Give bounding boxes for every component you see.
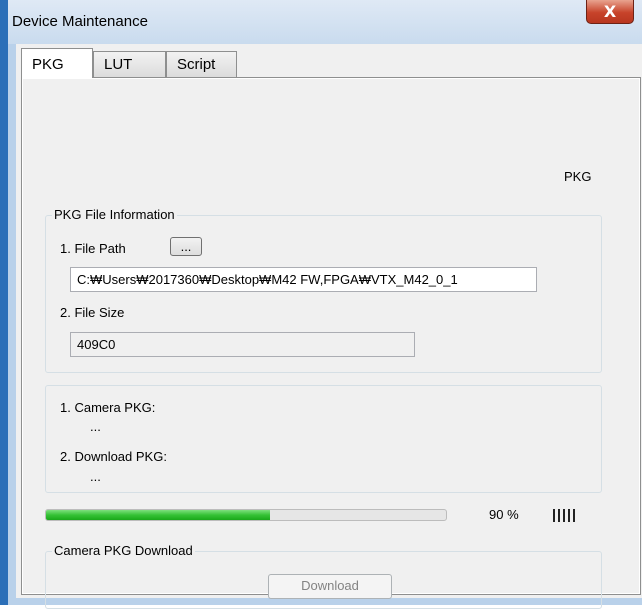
tab-script[interactable]: Script bbox=[166, 51, 237, 77]
progress-percent: 90 % bbox=[489, 507, 519, 522]
tab-lut-label: LUT bbox=[104, 56, 133, 73]
device-maintenance-window: Device Maintenance X PKG LUT Script PKG … bbox=[0, 0, 642, 609]
file-size-field: 409C0 bbox=[70, 332, 415, 357]
file-path-label: 1. File Path bbox=[60, 241, 126, 256]
download-button-label: Download bbox=[301, 578, 359, 593]
file-path-value: C:₩Users₩2017360₩Desktop₩M42 FW,FPGA₩VTX… bbox=[77, 272, 458, 287]
tab-pkg-label: PKG bbox=[32, 56, 64, 73]
progress-fill bbox=[46, 510, 270, 520]
camera-pkg-download-group: Camera PKG Download Download bbox=[45, 543, 602, 609]
indicator-tick bbox=[573, 509, 575, 522]
file-path-field[interactable]: C:₩Users₩2017360₩Desktop₩M42 FW,FPGA₩VTX… bbox=[70, 267, 537, 292]
pkg-pane: PKG PKG File Information 1. File Path ..… bbox=[23, 79, 639, 609]
file-info-group-title: PKG File Information bbox=[52, 207, 177, 222]
browse-button[interactable]: ... bbox=[170, 237, 202, 256]
pkg-header-label: PKG bbox=[564, 169, 592, 184]
file-info-group: PKG File Information 1. File Path ... C:… bbox=[45, 207, 602, 373]
pkg-version-group: 1. Camera PKG: ... 2. Download PKG: ... bbox=[45, 385, 602, 493]
indicator-tick bbox=[558, 509, 560, 522]
browse-button-label: ... bbox=[180, 239, 192, 254]
indicator-tick bbox=[553, 509, 555, 522]
download-button[interactable]: Download bbox=[268, 574, 392, 599]
tab-pkg[interactable]: PKG bbox=[21, 48, 93, 78]
download-progress-bar bbox=[45, 509, 447, 521]
download-pkg-label: 2. Download PKG: bbox=[60, 449, 167, 464]
camera-pkg-download-title: Camera PKG Download bbox=[52, 543, 195, 558]
window-title: Device Maintenance bbox=[12, 13, 148, 30]
camera-pkg-label: 1. Camera PKG: bbox=[60, 400, 156, 415]
close-button[interactable]: X bbox=[586, 0, 634, 24]
tab-lut[interactable]: LUT bbox=[93, 51, 166, 77]
tab-script-label: Script bbox=[177, 56, 216, 73]
download-pkg-value: ... bbox=[90, 469, 101, 484]
indicator-tick bbox=[563, 509, 565, 522]
close-icon: X bbox=[603, 2, 617, 21]
title-bar[interactable]: Device Maintenance X bbox=[8, 0, 642, 44]
indicator-tick bbox=[568, 509, 570, 522]
file-size-label: 2. File Size bbox=[60, 305, 125, 320]
camera-pkg-value: ... bbox=[90, 419, 101, 434]
file-size-value: 409C0 bbox=[77, 337, 116, 352]
client-area: PKG LUT Script PKG PKG File Information … bbox=[16, 44, 642, 609]
tab-panel-pkg: PKG PKG File Information 1. File Path ..… bbox=[21, 77, 641, 609]
progress-indicator-ticks bbox=[553, 509, 575, 522]
